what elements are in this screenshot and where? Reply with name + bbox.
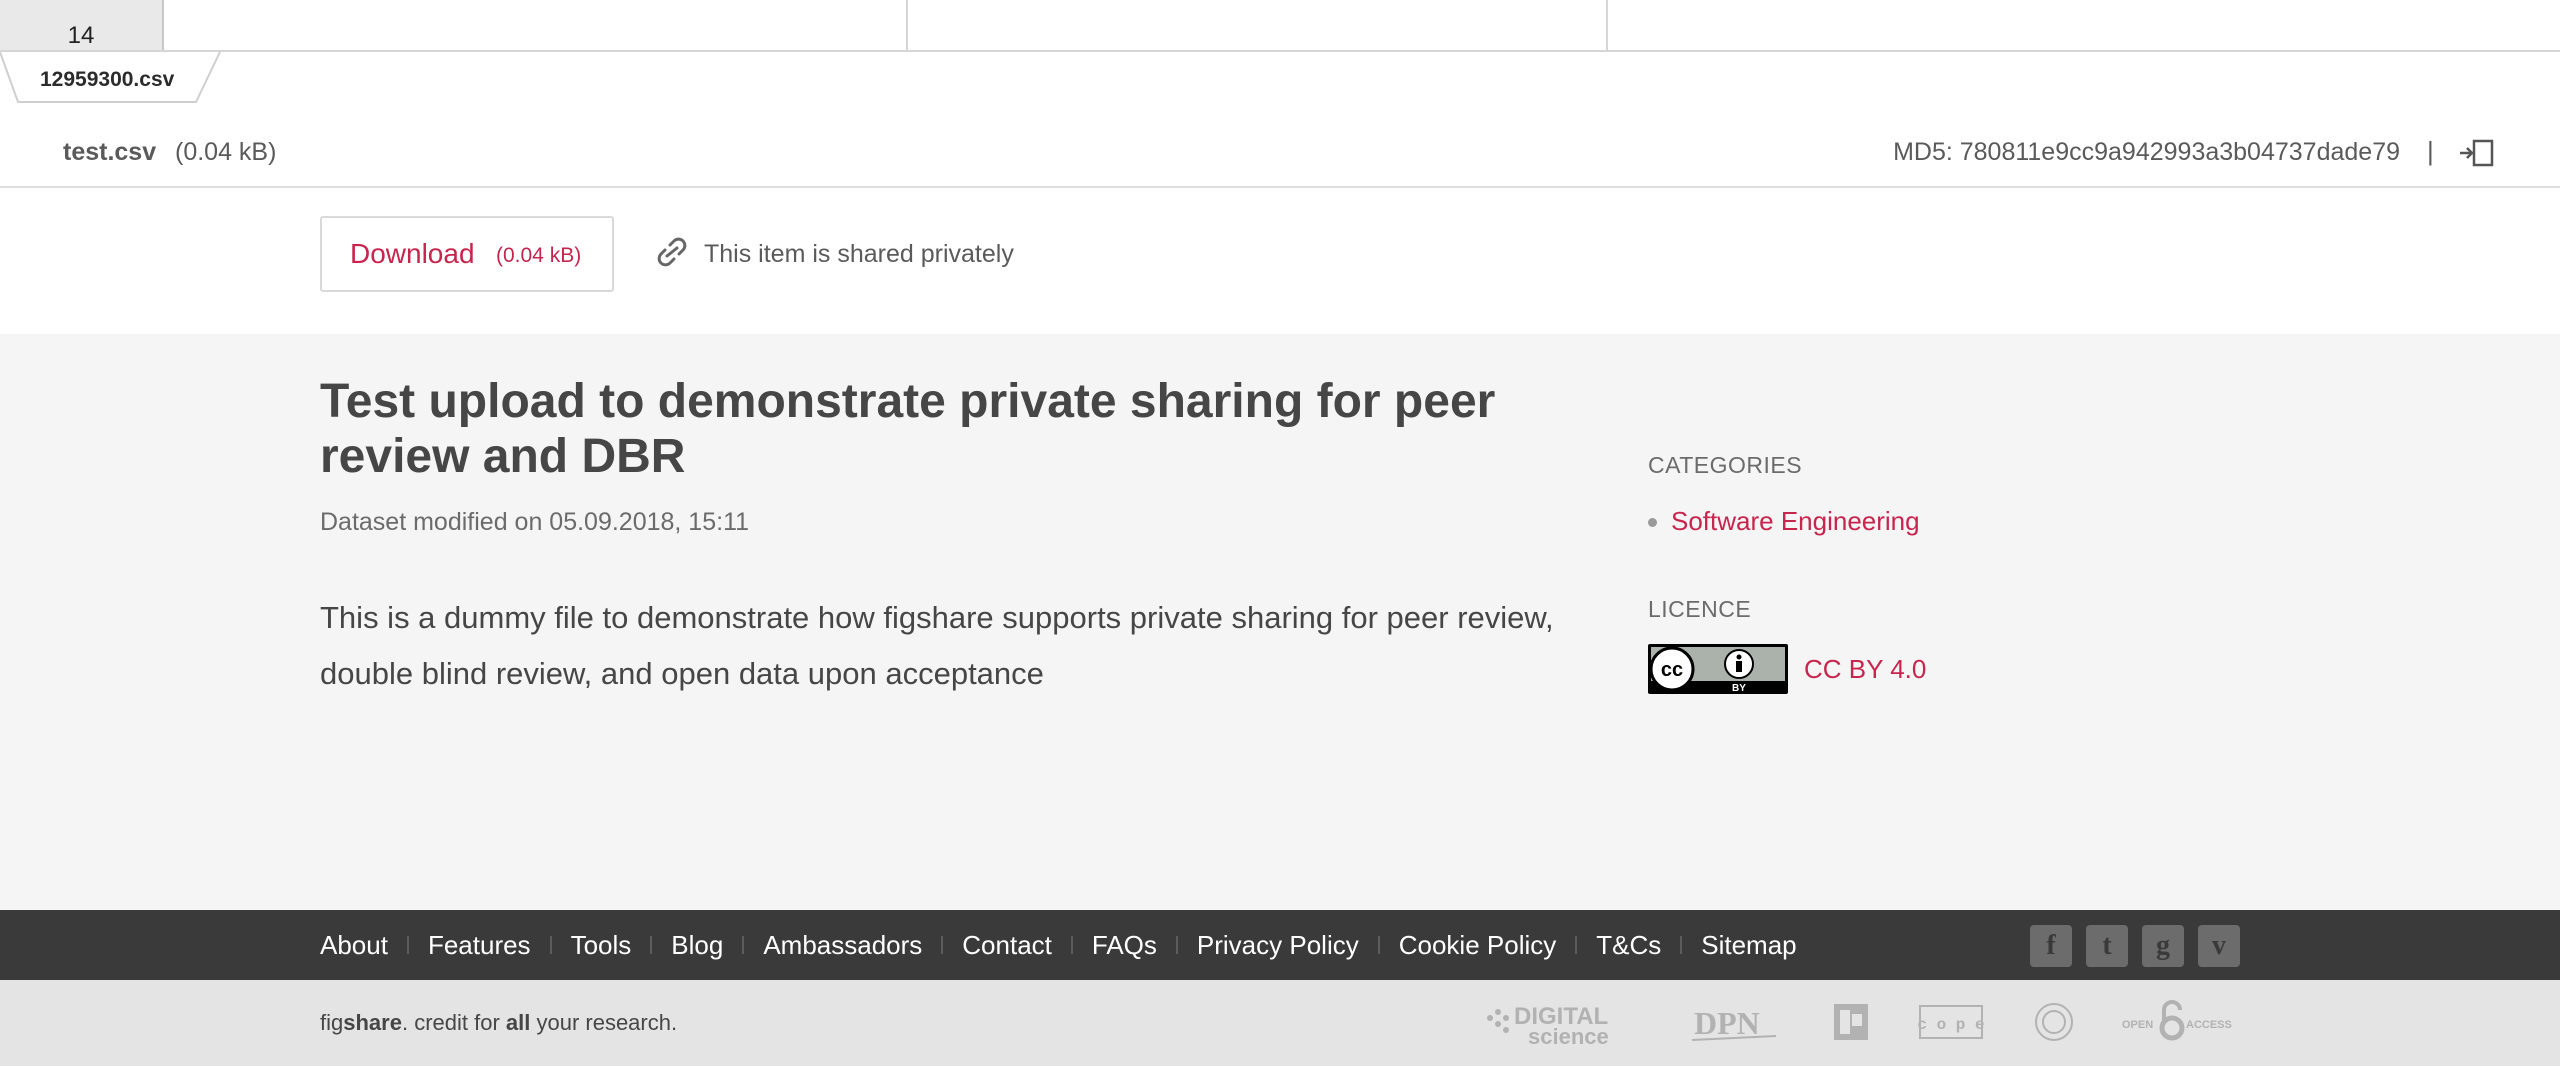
cc-by-licence-icon[interactable]: cc BY bbox=[1648, 644, 1788, 694]
footer-link-ambassadors[interactable]: Ambassadors bbox=[763, 930, 922, 961]
vimeo-icon[interactable]: v bbox=[2198, 925, 2240, 967]
page-title: Test upload to demonstrate private shari… bbox=[320, 375, 1496, 483]
footer-link-privacy-policy[interactable]: Privacy Policy bbox=[1197, 930, 1359, 961]
link-icon bbox=[657, 237, 687, 267]
categories-heading: CATEGORIES bbox=[1648, 452, 1803, 478]
footer-link-tools[interactable]: Tools bbox=[571, 930, 632, 961]
download-size: (0.04 kB) bbox=[496, 244, 582, 267]
sheet-cell bbox=[1608, 0, 2560, 50]
file-info-bar: test.csv (0.04 kB) MD5: 780811e9cc9a9429… bbox=[0, 108, 2560, 188]
download-label: Download bbox=[350, 238, 475, 269]
open-text: OPEN bbox=[2122, 1019, 2153, 1031]
library-badge-icon[interactable] bbox=[1832, 996, 1870, 1048]
file-tab[interactable]: 12959300.csv bbox=[0, 52, 222, 108]
licence-badge-text: BY bbox=[1732, 683, 1746, 694]
footer-link-about[interactable]: About bbox=[320, 930, 388, 961]
sheet-cell bbox=[164, 0, 908, 50]
svg-text:cc: cc bbox=[1661, 659, 1683, 681]
tagline-all: all bbox=[505, 1010, 531, 1035]
access-text: ACCESS bbox=[2186, 1019, 2232, 1031]
licence-heading: LICENCE bbox=[1648, 596, 1752, 622]
tagline: figshare. credit for all your research. bbox=[320, 1010, 677, 1036]
divider bbox=[1175, 936, 1178, 954]
footer-link-blog[interactable]: Blog bbox=[671, 930, 723, 961]
open-access-logo[interactable]: OPEN ACCESS bbox=[2122, 996, 2242, 1048]
expand-icon[interactable] bbox=[2458, 138, 2494, 168]
item-details: Test upload to demonstrate private shari… bbox=[0, 334, 2560, 910]
divider bbox=[406, 936, 409, 954]
footer-link-faqs[interactable]: FAQs bbox=[1092, 930, 1157, 961]
divider bbox=[549, 936, 552, 954]
download-button[interactable]: Download (0.04 kB) bbox=[320, 216, 614, 292]
spreadsheet-row: 14 bbox=[0, 0, 2560, 52]
modified-date: Dataset modified on 05.09.2018, 15:11 bbox=[320, 508, 750, 536]
footer-link-cookie-policy[interactable]: Cookie Policy bbox=[1399, 930, 1557, 961]
sheet-cell bbox=[908, 0, 1608, 50]
twitter-icon[interactable]: t bbox=[2086, 925, 2128, 967]
divider bbox=[1070, 936, 1073, 954]
category-link[interactable]: Software Engineering bbox=[1671, 506, 1920, 537]
digital-science-logo[interactable]: DIGITAL science bbox=[1484, 996, 1644, 1048]
divider bbox=[1680, 936, 1683, 954]
seal-icon[interactable] bbox=[2032, 996, 2076, 1048]
cope-logo[interactable]: c o p e bbox=[1918, 996, 1984, 1048]
divider bbox=[650, 936, 653, 954]
science-text: science bbox=[1528, 1024, 1609, 1048]
md5-checksum: MD5: 780811e9cc9a942993a3b04737dade79 bbox=[1893, 138, 2400, 166]
tagline-share: share bbox=[343, 1010, 402, 1035]
footer-link-terms[interactable]: T&Cs bbox=[1596, 930, 1661, 961]
dpn-text: DPN bbox=[1694, 1005, 1760, 1041]
divider bbox=[742, 936, 745, 954]
footer-bottom: figshare. credit for all your research. … bbox=[0, 980, 2560, 1066]
footer-links: About Features Tools Blog Ambassadors Co… bbox=[320, 910, 1797, 980]
share-status: This item is shared privately bbox=[704, 240, 1014, 268]
footer-link-sitemap[interactable]: Sitemap bbox=[1701, 930, 1796, 961]
tagline-end: your research. bbox=[530, 1010, 678, 1035]
file-name: test.csv bbox=[63, 138, 157, 166]
tagline-fig: fig bbox=[320, 1010, 344, 1035]
footer-nav: About Features Tools Blog Ambassadors Co… bbox=[0, 910, 2560, 980]
footer-link-contact[interactable]: Contact bbox=[962, 930, 1052, 961]
file-size: (0.04 kB) bbox=[175, 138, 277, 166]
divider bbox=[941, 936, 944, 954]
bullet bbox=[1648, 518, 1657, 527]
facebook-icon[interactable]: f bbox=[2030, 925, 2072, 967]
tagline-middle: . credit for bbox=[401, 1010, 506, 1035]
item-description: This is a dummy file to demonstrate how … bbox=[320, 600, 1554, 691]
google-plus-icon[interactable]: g bbox=[2142, 925, 2184, 967]
file-tab-label: 12959300.csv bbox=[40, 68, 175, 91]
divider bbox=[1377, 936, 1380, 954]
separator: | bbox=[2427, 136, 2434, 166]
row-number: 14 bbox=[0, 0, 164, 50]
divider bbox=[1575, 936, 1578, 954]
dpn-logo[interactable]: DPN bbox=[1690, 996, 1780, 1048]
cope-text: c o p e bbox=[1918, 1016, 1984, 1034]
footer-link-features[interactable]: Features bbox=[428, 930, 531, 961]
licence-link[interactable]: CC BY 4.0 bbox=[1804, 654, 1926, 685]
